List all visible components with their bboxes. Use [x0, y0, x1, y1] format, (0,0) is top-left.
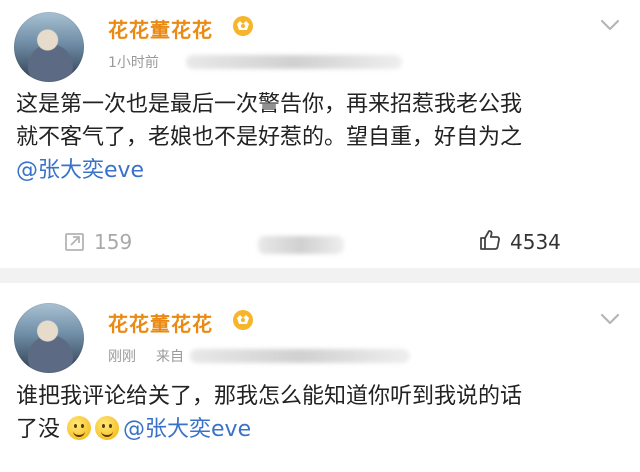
username[interactable]: 花花董花花: [108, 308, 213, 337]
blurred-source: [190, 349, 410, 363]
blurred-comment: [258, 236, 344, 254]
smile-emoji-icon: [95, 416, 120, 440]
post-text-line: 这是第一次也是最后一次警告你，再来招惹我老公我: [16, 92, 523, 117]
post-text-line: 了没 @张大奕eve: [16, 413, 626, 446]
username[interactable]: 花花董花花: [108, 14, 213, 43]
source-prefix: 来自: [156, 349, 184, 365]
avatar[interactable]: [14, 303, 84, 373]
post-time: 1小时前: [108, 55, 159, 71]
repost-count[interactable]: 159: [94, 230, 132, 254]
avatar[interactable]: [14, 12, 84, 82]
vip-badge-icon: [233, 310, 253, 330]
smile-emoji-icon: [67, 416, 92, 440]
like-icon[interactable]: [478, 228, 502, 252]
post-text: 谁把我评论给关了，那我怎么能知道你听到我说的话 了没 @张大奕eve: [16, 380, 626, 446]
mention-link[interactable]: @张大奕eve: [123, 417, 251, 442]
post-text-line: 就不客气了，老娘也不是好惹的。望自重，好自为之: [16, 125, 523, 150]
post-time: 刚刚: [108, 349, 136, 365]
weibo-post: 花花董花花 刚刚 来自 谁把我评论给关了，那我怎么能知道你听到我说的话 了没 @…: [0, 283, 640, 472]
vip-badge-icon: [233, 16, 253, 36]
blurred-source: [186, 55, 402, 69]
chevron-down-icon[interactable]: [598, 12, 622, 36]
weibo-post: 花花董花花 1小时前 这是第一次也是最后一次警告你，再来招惹我老公我 就不客气了…: [0, 0, 640, 268]
like-count[interactable]: 4534: [510, 230, 561, 254]
mention-link[interactable]: @张大奕eve: [16, 154, 626, 187]
post-text: 这是第一次也是最后一次警告你，再来招惹我老公我 就不客气了，老娘也不是好惹的。望…: [16, 88, 626, 187]
repost-icon[interactable]: [64, 231, 86, 253]
post-text-line: 谁把我评论给关了，那我怎么能知道你听到我说的话: [16, 384, 523, 409]
post-text-fragment: 了没: [16, 417, 61, 442]
chevron-down-icon[interactable]: [598, 306, 622, 330]
